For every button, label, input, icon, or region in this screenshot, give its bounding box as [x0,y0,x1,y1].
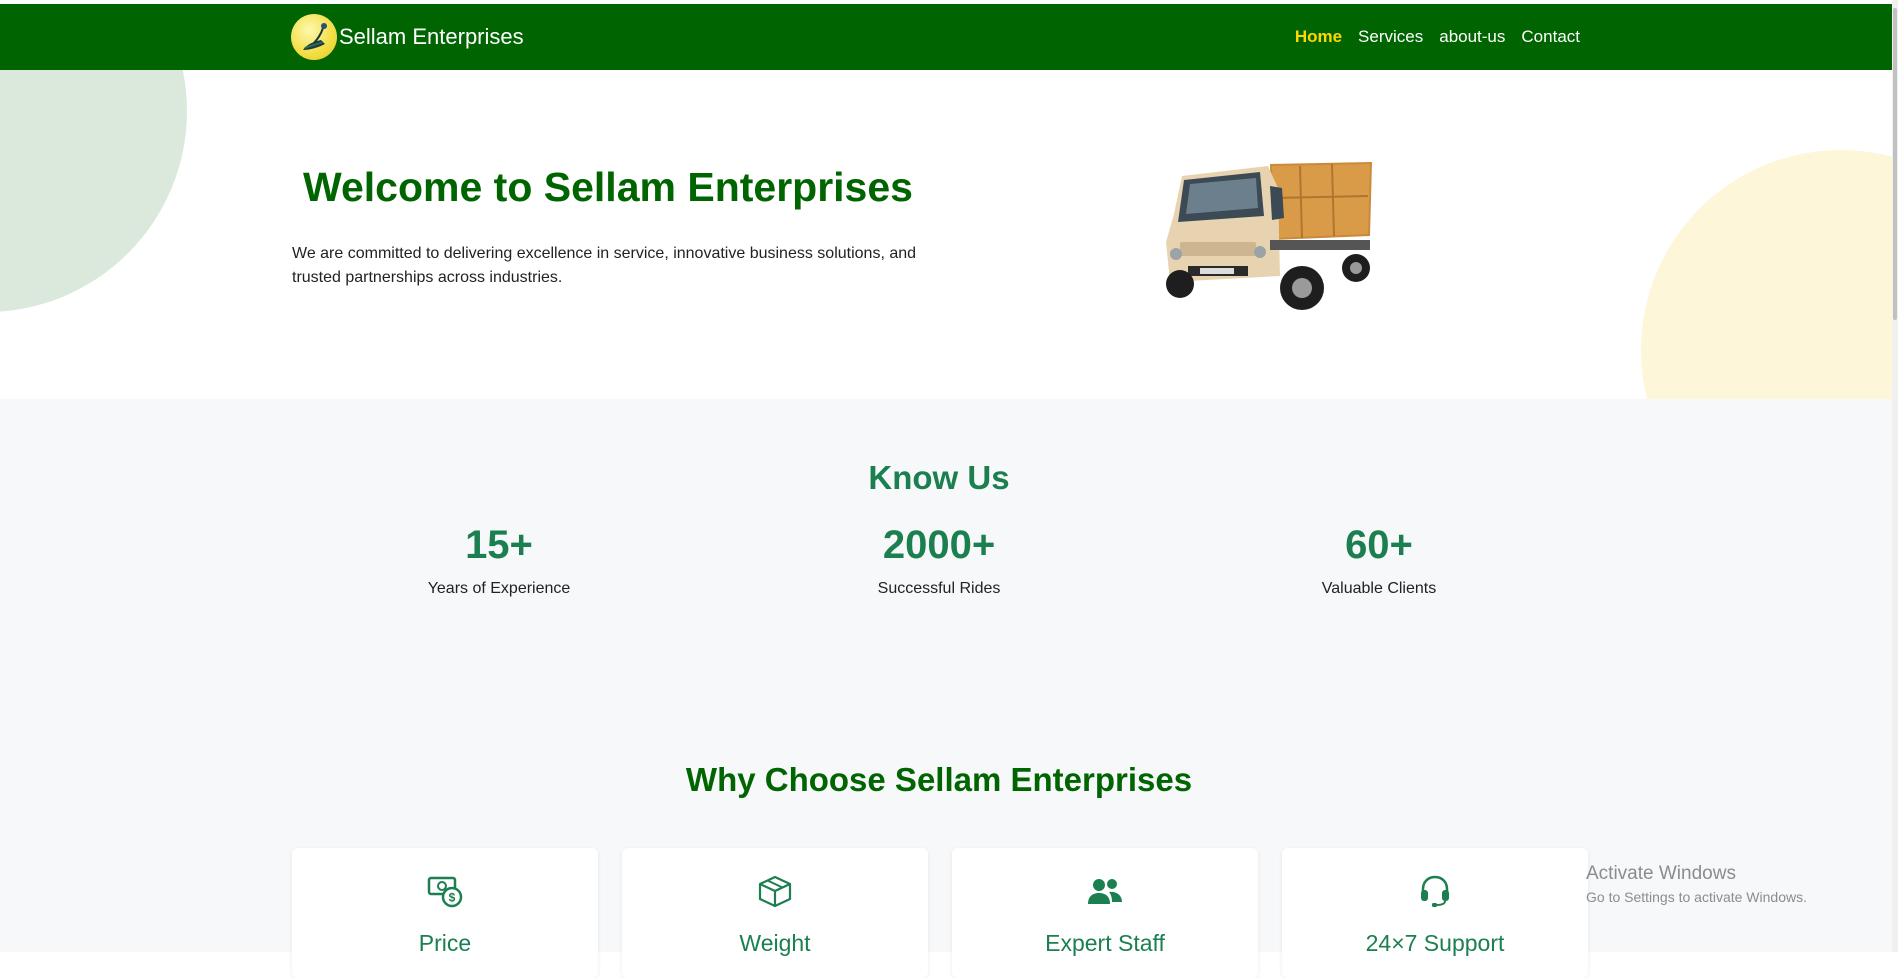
feature-card-support[interactable]: 24×7 Support [1282,848,1588,978]
card-title: 24×7 Support [1365,930,1505,956]
nav-item-services[interactable]: Services [1358,27,1423,47]
stat-value: 60+ [1345,523,1413,567]
peacock-logo-icon [291,14,337,60]
decor-blob-left [0,70,187,312]
hero-description: We are committed to delivering excellenc… [292,245,917,286]
stat-label: Successful Rides [877,580,1001,597]
box-icon [622,874,928,908]
card-title: Weight [739,930,811,956]
stat-value: 15+ [465,523,533,567]
money-icon: $ [292,874,598,908]
headset-icon [1282,874,1588,908]
stat-experience: 15+ Years of Experience [349,523,649,598]
stat-label: Valuable Clients [1321,580,1437,597]
nav-menu: Home Services about-us Contact [1295,4,1580,70]
watermark-title: Activate Windows [1586,863,1736,884]
nav-item-home[interactable]: Home [1295,27,1342,47]
users-icon [952,874,1258,908]
delivery-truck-image [1166,162,1372,310]
stat-label: Years of Experience [427,580,571,597]
stat-clients: 60+ Valuable Clients [1229,523,1529,598]
decor-blob-right [1641,150,1898,399]
feature-card-expert-staff[interactable]: Expert Staff [952,848,1258,978]
watermark-subtitle: Go to Settings to activate Windows. [1586,889,1807,905]
why-choose-title: Why Choose Sellam Enterprises [685,761,1193,798]
stat-value: 2000+ [882,523,996,567]
svg-text:$: $ [449,891,456,905]
card-title: Expert Staff [1045,930,1165,956]
know-us-title: Know Us [868,459,1010,496]
nav-item-contact[interactable]: Contact [1521,27,1580,47]
nav-item-about-us[interactable]: about-us [1439,27,1505,47]
scrollbar-thumb[interactable] [1893,8,1897,320]
hero-title: Welcome to Sellam Enterprises [303,164,913,210]
feature-card-weight[interactable]: Weight [622,848,928,978]
card-title: Price [418,930,472,956]
brand-name: Sellam Enterprises [339,24,524,49]
hero-section: Welcome to Sellam Enterprises We are com… [0,70,1898,399]
activate-windows-watermark: Activate Windows Go to Settings to activ… [1586,863,1807,905]
stat-rides: 2000+ Successful Rides [789,523,1089,598]
feature-card-price[interactable]: $ Price [292,848,598,978]
brand-link[interactable]: Sellam Enterprises [291,13,524,61]
navbar: Sellam Enterprises Home Services about-u… [0,4,1898,70]
